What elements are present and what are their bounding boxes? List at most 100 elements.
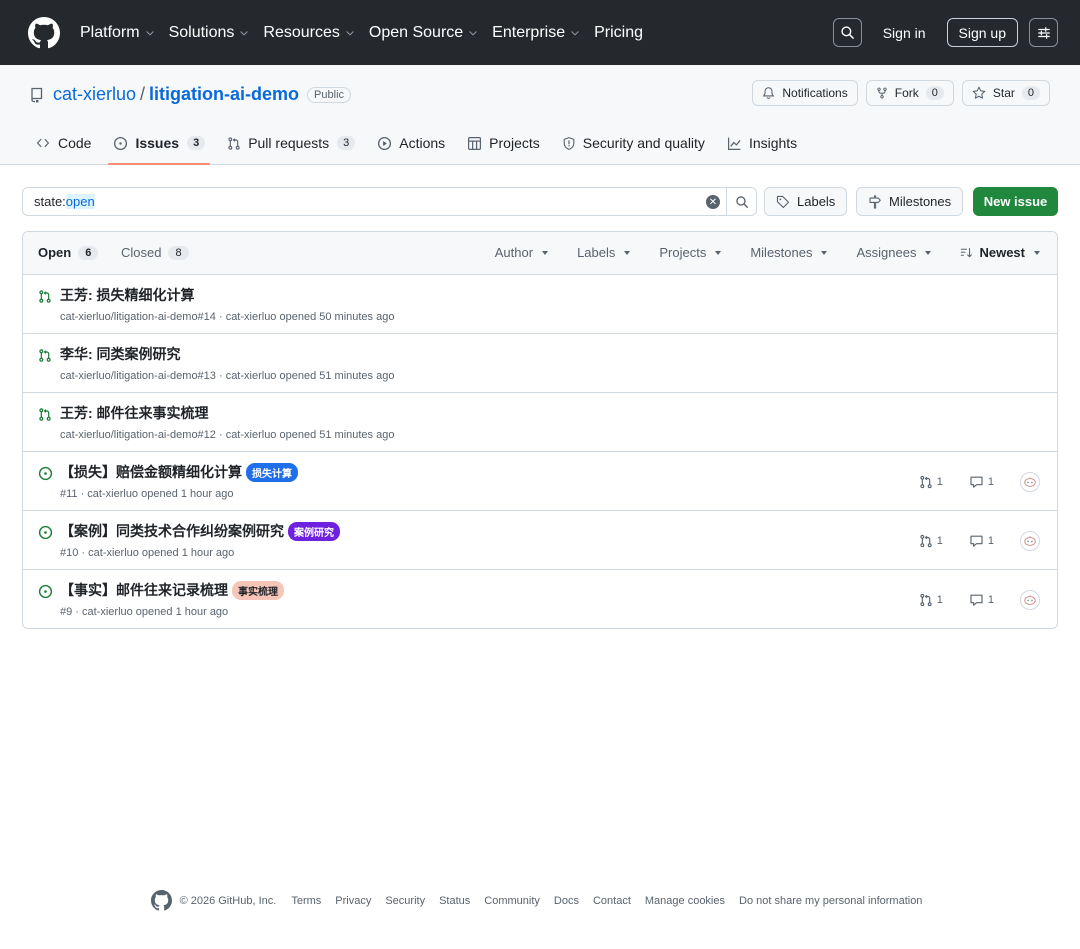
- assignee-avatar[interactable]: [1020, 472, 1040, 492]
- tab-label: Insights: [748, 135, 798, 151]
- linked-prs[interactable]: 1: [919, 593, 943, 607]
- issue-row[interactable]: 【案例】同类技术合作纠纷案例研究 案例研究 #10 · cat-xierluo op…: [23, 511, 1057, 570]
- issue-label[interactable]: 事实梳理: [232, 580, 284, 600]
- footer-link-community[interactable]: Community: [484, 895, 540, 907]
- search-icon: [735, 195, 748, 208]
- nav-item-enterprise[interactable]: Enterprise: [492, 24, 580, 42]
- milestone-icon: [869, 194, 881, 209]
- fork-button[interactable]: Fork 0: [865, 80, 954, 106]
- tab-insights[interactable]: Insights: [727, 128, 797, 158]
- pull-request-row[interactable]: 李华: 同类案例研究 cat-xierluo/litigation-ai-demo…: [23, 334, 1057, 393]
- projects-filter[interactable]: Projects: [659, 245, 722, 260]
- repo-icon: [31, 87, 43, 103]
- closed-issues-filter[interactable]: Closed 8: [121, 245, 189, 260]
- milestones-filter[interactable]: Milestones: [750, 245, 828, 260]
- comments-count: 1: [987, 594, 994, 606]
- star-button[interactable]: Star 0: [961, 80, 1050, 106]
- github-logo-icon[interactable]: [28, 17, 60, 49]
- github-logo-icon[interactable]: [150, 890, 172, 911]
- nav-item-resources[interactable]: Resources: [263, 24, 354, 42]
- nav-item-pricing[interactable]: Pricing: [594, 24, 643, 42]
- filter-label: Milestones: [750, 245, 813, 260]
- tab-projects[interactable]: Projects: [467, 128, 540, 158]
- issue-label[interactable]: 案例研究: [288, 521, 340, 541]
- repo-name-link[interactable]: litigation-ai-demo: [149, 84, 299, 105]
- linked-prs[interactable]: 1: [919, 534, 943, 548]
- tab-security[interactable]: Security and quality: [562, 128, 705, 158]
- labels-filter[interactable]: Labels: [577, 245, 631, 260]
- footer-link-contact[interactable]: Contact: [593, 895, 631, 907]
- linked-prs-count: 1: [936, 594, 943, 606]
- chevron-down-icon: [571, 30, 579, 35]
- footer-link-privacy[interactable]: Privacy: [335, 895, 371, 907]
- caret-down-icon: [821, 250, 828, 255]
- tab-pull-requests[interactable]: Pull requests 3: [227, 128, 356, 158]
- pull-request-row[interactable]: 王芳: 损失精细化计算 cat-xierluo/litigation-ai-dem…: [23, 275, 1057, 334]
- clear-search-icon[interactable]: ✕: [706, 195, 720, 209]
- search-button[interactable]: [832, 18, 862, 47]
- milestones-button[interactable]: Milestones: [856, 187, 964, 216]
- visibility-badge: Public: [307, 86, 352, 103]
- pull-request-icon: [920, 475, 932, 489]
- notifications-button[interactable]: Notifications: [752, 80, 858, 106]
- footer-link-docs[interactable]: Docs: [554, 895, 579, 907]
- labels-button[interactable]: Labels: [764, 187, 848, 216]
- issue-search-input[interactable]: state:open ✕: [22, 187, 757, 216]
- linked-prs[interactable]: 1: [919, 475, 943, 489]
- author-filter[interactable]: Author: [495, 245, 549, 260]
- nav-item-label: Open Source: [368, 23, 464, 41]
- issue-title-link[interactable]: 李华: 同类案例研究: [60, 344, 181, 364]
- footer-link-manage-cookies[interactable]: Manage cookies: [645, 895, 725, 907]
- issue-title-link[interactable]: 王芳: 损失精细化计算: [60, 285, 195, 305]
- repo-owner-link[interactable]: cat-xierluo: [53, 84, 136, 105]
- assignee-avatar[interactable]: [1020, 531, 1040, 551]
- nav-item-open-source[interactable]: Open Source: [369, 24, 478, 42]
- list-filters: Author Labels Projects Milestones Assignees …: [466, 245, 1040, 260]
- issue-label[interactable]: 损失计算: [246, 462, 298, 482]
- nav-item-platform[interactable]: Platform: [80, 24, 155, 42]
- comments[interactable]: 1: [969, 593, 994, 607]
- footer-link-security[interactable]: Security: [385, 895, 425, 907]
- comment-icon: [970, 535, 983, 547]
- assignees-filter[interactable]: Assignees: [856, 245, 932, 260]
- robot-face-icon: [1024, 477, 1036, 487]
- tab-label: Actions: [399, 135, 446, 151]
- tab-code[interactable]: Code: [35, 128, 91, 158]
- comments[interactable]: 1: [969, 534, 994, 548]
- issue-title-link[interactable]: 【案例】同类技术合作纠纷案例研究: [60, 521, 284, 541]
- tab-issues[interactable]: Issues 3: [108, 128, 210, 165]
- sign-in-link[interactable]: Sign in: [883, 25, 926, 41]
- search-submit-button[interactable]: [726, 188, 756, 215]
- tab-label: Issues: [135, 135, 180, 151]
- issue-row[interactable]: 【损失】赔偿金额精细化计算 损失计算 #11 · cat-xierluo opene…: [23, 452, 1057, 511]
- assignee-avatar[interactable]: [1020, 590, 1040, 610]
- new-issue-button[interactable]: New issue: [973, 187, 1058, 216]
- pull-request-open-icon: [39, 408, 51, 421]
- issue-title-link[interactable]: 【事实】邮件往来记录梳理: [60, 580, 228, 600]
- footer-links: Terms Privacy Security Status Community Docs C…: [284, 895, 929, 907]
- footer-link-status[interactable]: Status: [439, 895, 470, 907]
- tab-label: Projects: [489, 135, 540, 151]
- open-issues-filter[interactable]: Open 6: [38, 245, 99, 260]
- issue-row[interactable]: 【事实】邮件往来记录梳理 事实梳理 #9 · cat-xierluo opened …: [23, 570, 1057, 628]
- tab-actions[interactable]: Actions: [377, 128, 445, 158]
- nav-item-solutions[interactable]: Solutions: [169, 24, 250, 42]
- comments[interactable]: 1: [969, 475, 994, 489]
- sign-up-button[interactable]: Sign up: [946, 18, 1018, 47]
- open-label: Open: [38, 245, 72, 260]
- labels-button-label: Labels: [797, 194, 836, 209]
- issue-title-link[interactable]: 【损失】赔偿金额精细化计算: [60, 462, 242, 482]
- issue-title-link[interactable]: 王芳: 邮件往来事实梳理: [60, 403, 209, 423]
- linked-prs-count: 1: [936, 476, 943, 488]
- repo-actions: Notifications Fork 0 Star 0: [744, 80, 1050, 106]
- footer-link-do-not-share-my-personal-information[interactable]: Do not share my personal information: [739, 895, 922, 907]
- row-status: [38, 407, 52, 425]
- appearance-settings-button[interactable]: [1029, 18, 1058, 47]
- footer-link-terms[interactable]: Terms: [291, 895, 321, 907]
- sort-dropdown[interactable]: Newest: [960, 245, 1040, 260]
- filter-label: Assignees: [856, 245, 917, 260]
- pull-request-row[interactable]: 王芳: 邮件往来事实梳理 cat-xierluo/litigation-ai-de…: [23, 393, 1057, 452]
- notifications-label: Notifications: [782, 86, 848, 100]
- sliders-icon: [1037, 26, 1050, 39]
- tag-icon: [776, 195, 790, 208]
